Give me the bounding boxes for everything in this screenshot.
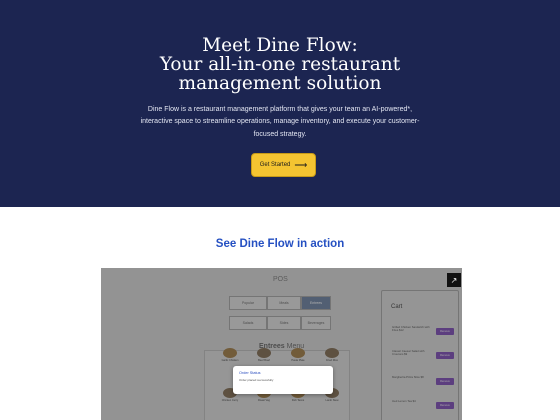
cart-item: Classic Caesar Salad with Croutons $9 Re… <box>390 349 454 369</box>
food-image <box>223 348 237 358</box>
menu-item-name: Roast Veg <box>258 399 270 402</box>
hero-title-line1: Meet Dine Flow: <box>202 35 358 56</box>
hero-title-line3: management solution <box>178 73 382 94</box>
modal-message: Order placed successfully <box>239 378 274 382</box>
hero-section: Meet Dine Flow: Your all-in-one restaura… <box>0 0 560 207</box>
menu-item-name: Chicken Curry <box>221 399 239 402</box>
cart-item-name: Grilled Chicken Sandwich with Fries $12 <box>392 325 430 333</box>
menu-item-name: Fried Rice <box>326 359 338 362</box>
menu-item-name: Garlic Chicken <box>221 359 239 362</box>
hero-description: Dine Flow is a restaurant management pla… <box>140 106 420 138</box>
menu-item-name: Beef Bowl <box>258 359 270 362</box>
category-salads[interactable]: Salads <box>229 316 267 330</box>
modal-title: Order Status <box>239 371 261 375</box>
remove-button[interactable]: Remove <box>436 328 454 335</box>
food-image <box>325 348 339 358</box>
menu-item-name: Pasta Plate <box>291 359 305 362</box>
get-started-button[interactable]: Get Started ⟶ <box>251 153 316 177</box>
cart-item-name: Iced Lemon Tea $4 <box>392 399 416 403</box>
cart-item: Iced Lemon Tea $4 Remove <box>390 399 454 419</box>
hero-title: Meet Dine Flow: Your all-in-one restaura… <box>0 36 560 93</box>
hero-title-line2: Your all-in-one restaurant <box>159 54 401 75</box>
food-image <box>291 348 305 358</box>
cart-item: Margherita Pizza Slice $8 Remove <box>390 375 454 395</box>
category-popular[interactable]: Popular <box>229 296 267 310</box>
order-status-modal[interactable]: Order Status Order placed successfully <box>233 366 333 394</box>
category-beverages[interactable]: Beverages <box>301 316 331 330</box>
demo-section-title: See Dine Flow in action <box>215 238 345 250</box>
remove-button[interactable]: Remove <box>436 352 454 359</box>
pos-title: POS <box>273 276 288 283</box>
menu-item-name: Lamb Stew <box>325 399 339 402</box>
cart-item-name: Classic Caesar Salad with Croutons $9 <box>392 349 425 357</box>
demo-embed[interactable]: ↗ POS Popular Meals Entrees Salads Sides… <box>101 268 462 420</box>
category-sides[interactable]: Sides <box>267 316 301 330</box>
category-entrees[interactable]: Entrees <box>301 296 331 310</box>
remove-button[interactable]: Remove <box>436 402 454 409</box>
cart-title: Cart <box>391 304 403 310</box>
arrow-right-icon: ⟶ <box>294 160 308 170</box>
get-started-label: Get Started <box>259 162 291 168</box>
remove-button[interactable]: Remove <box>436 378 454 385</box>
cart-item-name: Margherita Pizza Slice $8 <box>392 375 424 379</box>
cart-item: Grilled Chicken Sandwich with Fries $12 … <box>390 325 454 345</box>
category-meals[interactable]: Meals <box>267 296 301 310</box>
cart-panel: Cart Grilled Chicken Sandwich with Fries… <box>381 290 459 420</box>
menu-item-name: Fish Tacos <box>291 399 305 402</box>
food-image <box>257 348 271 358</box>
expand-icon[interactable]: ↗ <box>447 273 461 287</box>
